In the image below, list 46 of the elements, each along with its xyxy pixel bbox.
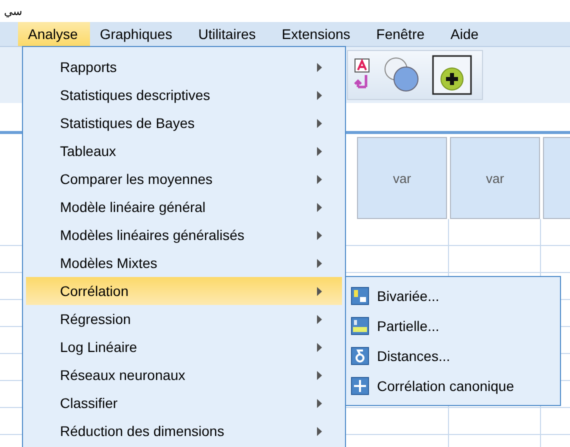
menu-item[interactable]: Comparer les moyennes	[26, 165, 342, 193]
menu-title[interactable]: Analyse	[18, 22, 90, 46]
menu-item[interactable]: Régression	[26, 305, 342, 333]
submenu-arrow-icon	[317, 146, 322, 156]
menu-item[interactable]: Log Linéaire	[26, 333, 342, 361]
plus-icon	[351, 377, 369, 395]
submenu-arrow-icon	[317, 90, 322, 100]
delta-icon	[351, 347, 369, 365]
submenu-arrow-icon	[317, 398, 322, 408]
menu-item[interactable]: Réseaux neuronaux	[26, 361, 342, 389]
title-text: سي	[4, 4, 22, 18]
submenu-arrow-icon	[317, 202, 322, 212]
submenu-arrow-icon	[317, 258, 322, 268]
submenu-arrow-icon	[317, 230, 322, 240]
menu-item[interactable]: Modèle linéaire général	[26, 193, 342, 221]
column-header: var	[450, 137, 540, 219]
chart-icon	[351, 317, 369, 335]
submenu-arrow-icon	[317, 342, 322, 352]
submenu-item[interactable]: Corrélation canonique	[377, 378, 514, 394]
menu-title[interactable]: Aide	[440, 22, 491, 46]
menu-item[interactable]: Tableaux	[26, 137, 342, 165]
submenu-arrow-icon	[317, 174, 322, 184]
menu-title[interactable]: Graphiques	[90, 22, 184, 46]
menu-item[interactable]: Classifier	[26, 389, 342, 417]
menu-item[interactable]: Rapports	[26, 53, 342, 81]
menu-item[interactable]: Réduction des dimensions	[26, 417, 342, 445]
menu-item[interactable]: Modèles Mixtes	[26, 249, 342, 277]
menu-title[interactable]: Extensions	[272, 22, 362, 46]
chart-icon	[351, 287, 369, 305]
menu-title[interactable]: Fenêtre	[366, 22, 437, 46]
menu-item[interactable]: Corrélation	[26, 277, 342, 305]
menu-item[interactable]: Statistiques descriptives	[26, 81, 342, 109]
menu-item[interactable]: Statistiques de Bayes	[26, 109, 342, 137]
menu-item[interactable]: Modèles linéaires généralisés	[26, 221, 342, 249]
submenu-arrow-icon	[317, 118, 322, 128]
submenu-arrow-icon	[317, 62, 322, 72]
column-header: var	[357, 137, 447, 219]
submenu-item[interactable]: Distances...	[377, 348, 450, 364]
add-icon[interactable]	[432, 55, 472, 95]
submenu-item[interactable]: Partielle...	[377, 318, 440, 334]
submenu-arrow-icon	[317, 370, 322, 380]
submenu-arrow-icon	[317, 314, 322, 324]
submenu-item[interactable]: Bivariée...	[377, 288, 440, 304]
submenu-arrow-icon	[317, 286, 322, 296]
submenu-arrow-icon	[317, 426, 322, 436]
menu-title[interactable]: Utilitaires	[188, 22, 268, 46]
